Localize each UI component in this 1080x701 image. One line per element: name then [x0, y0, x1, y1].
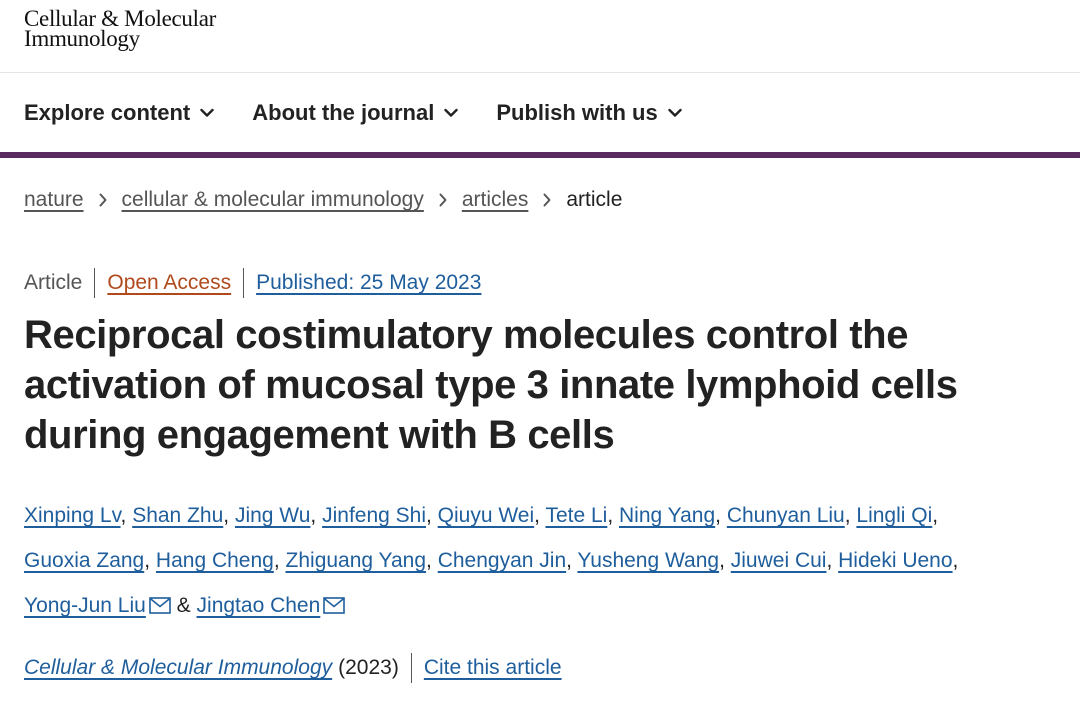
meta-divider — [410, 653, 412, 683]
author-link[interactable]: Lingli Qi — [856, 504, 932, 527]
author-link[interactable]: Chunyan Liu — [727, 504, 845, 527]
author-list: Xinping Lv, Shan Zhu, Jing Wu, Jinfeng S… — [24, 493, 1064, 630]
author-link[interactable]: Jingtao Chen — [197, 594, 321, 617]
brand-color-bar — [0, 152, 1080, 158]
author-link[interactable]: Hideki Ueno — [838, 549, 952, 572]
citation-line: Cellular & Molecular Immunology (2023) C… — [24, 653, 562, 683]
author-link[interactable]: Hang Cheng — [156, 549, 274, 572]
chevron-right-icon — [542, 193, 552, 207]
author-link[interactable]: Jing Wu — [235, 504, 310, 527]
author-link[interactable]: Zhiguang Yang — [286, 549, 427, 572]
meta-divider — [94, 268, 96, 298]
author-link[interactable]: Xinping Lv — [24, 504, 121, 527]
author-link[interactable]: Jinfeng Shi — [322, 504, 426, 527]
article-type: Article — [24, 271, 83, 294]
chevron-down-icon — [444, 108, 459, 117]
breadcrumb-journal[interactable]: cellular & molecular immunology — [122, 188, 424, 212]
chevron-right-icon — [438, 193, 448, 207]
author-link[interactable]: Qiuyu Wei — [438, 504, 534, 527]
main-nav: Explore content About the journal Publis… — [24, 98, 720, 128]
chevron-down-icon — [200, 108, 214, 117]
mail-icon[interactable] — [149, 585, 171, 630]
breadcrumb: nature cellular & molecular immunology a… — [24, 188, 622, 212]
publication-year: (2023) — [338, 656, 399, 679]
breadcrumb-articles[interactable]: articles — [462, 188, 529, 212]
journal-logo[interactable]: Cellular & Molecular Immunology — [24, 7, 216, 51]
chevron-right-icon — [98, 193, 108, 207]
header-divider — [0, 72, 1080, 73]
author-link[interactable]: Yusheng Wang — [577, 549, 719, 572]
breadcrumb-current: article — [566, 188, 623, 211]
chevron-down-icon — [667, 108, 682, 117]
published-date-link[interactable]: Published: 25 May 2023 — [256, 271, 481, 295]
author-link[interactable]: Guoxia Zang — [24, 549, 144, 572]
nav-label: About the journal — [252, 100, 435, 125]
author-link[interactable]: Shan Zhu — [132, 504, 223, 527]
logo-line-2: Immunology — [24, 26, 140, 51]
nav-label: Explore content — [24, 100, 191, 125]
author-link[interactable]: Chengyan Jin — [438, 549, 566, 572]
author-link[interactable]: Yong-Jun Liu — [24, 594, 146, 617]
nav-label: Publish with us — [496, 100, 658, 125]
article-title: Reciprocal costimulatory molecules contr… — [24, 313, 958, 457]
meta-divider — [243, 268, 245, 298]
author-link[interactable]: Jiuwei Cui — [731, 549, 827, 572]
open-access-link[interactable]: Open Access — [107, 271, 231, 295]
breadcrumb-nature[interactable]: nature — [24, 188, 84, 212]
mail-icon[interactable] — [323, 585, 346, 630]
journal-name-link[interactable]: Cellular & Molecular Immunology — [24, 656, 332, 680]
article-meta: Article Open Access Published: 25 May 20… — [24, 268, 481, 298]
nav-explore-content[interactable]: Explore content — [24, 100, 214, 126]
nav-about-the-journal[interactable]: About the journal — [252, 100, 459, 126]
author-conjunction: & — [176, 594, 191, 617]
author-link[interactable]: Tete Li — [545, 504, 607, 527]
cite-this-article-link[interactable]: Cite this article — [424, 656, 562, 680]
author-link[interactable]: Ning Yang — [619, 504, 715, 527]
nav-publish-with-us[interactable]: Publish with us — [496, 100, 682, 126]
